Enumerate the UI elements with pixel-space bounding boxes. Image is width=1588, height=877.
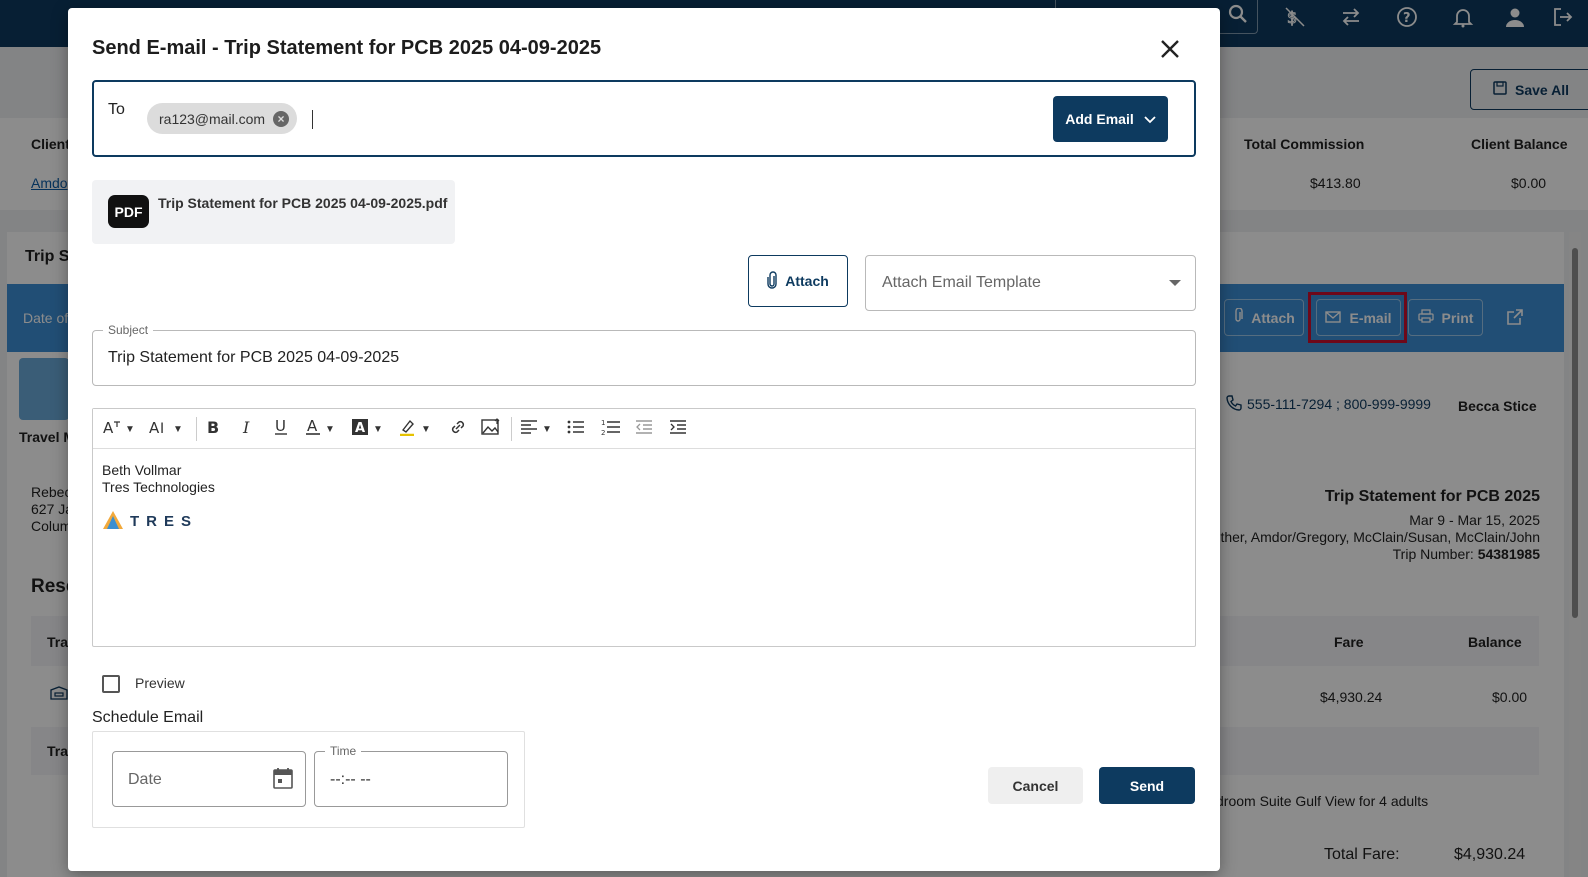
indent-button[interactable] [669, 418, 687, 440]
schedule-email-heading: Schedule Email [92, 709, 204, 726]
svg-text:A: A [103, 419, 114, 435]
background-color-dropdown[interactable]: A ▼ [351, 418, 383, 440]
chevron-down-icon: ▼ [421, 423, 431, 435]
numbered-list-icon: 12 [601, 418, 621, 441]
image-icon [481, 417, 501, 441]
to-label: To [108, 101, 125, 118]
svg-text:1: 1 [601, 419, 605, 427]
recipient-email: ra123@mail.com [159, 110, 266, 127]
svg-text:U: U [275, 418, 286, 435]
date-field[interactable]: Date [112, 751, 306, 807]
chevron-down-icon: ▼ [542, 423, 552, 435]
svg-text:B: B [207, 419, 219, 435]
font-family-dropdown[interactable]: A ▼ [103, 418, 135, 440]
text-cursor [312, 110, 313, 129]
font-family-icon: A [103, 419, 121, 440]
attach-label: Attach [785, 273, 829, 289]
remove-recipient-icon[interactable]: × [273, 110, 290, 127]
outdent-icon [635, 419, 653, 440]
svg-text:A: A [149, 419, 160, 435]
send-email-dialog: Send E-mail - Trip Statement for PCB 202… [68, 8, 1220, 871]
toolbar-divider [511, 417, 512, 441]
underline-button[interactable]: U [273, 417, 289, 441]
pdf-file-icon: PDF [108, 195, 149, 228]
recipient-chip[interactable]: ra123@mail.com × [147, 103, 298, 134]
date-placeholder: Date [128, 771, 162, 788]
close-icon [1160, 39, 1180, 62]
cancel-button[interactable]: Cancel [988, 767, 1083, 804]
dropdown-arrow-icon [1169, 280, 1181, 286]
italic-button[interactable]: I [239, 418, 255, 440]
highlighter-icon [399, 418, 417, 441]
editor-toolbar: A ▼ AI ▼ B I U A ▼ A ▼ ▼ ▼ 1 2 [93, 409, 1195, 449]
time-label: Time [325, 744, 362, 758]
company-logo: TRES [102, 510, 198, 533]
message-editor[interactable]: A ▼ AI ▼ B I U A ▼ A ▼ ▼ ▼ 1 2 Beth Voll… [92, 408, 1196, 647]
add-email-label: Add Email [1065, 111, 1134, 127]
attachment-item[interactable]: PDF Trip Statement for PCB 2025 04-09-20… [92, 180, 455, 244]
template-placeholder: Attach Email Template [882, 274, 1041, 291]
bullet-list-button[interactable] [567, 418, 585, 440]
svg-text:2: 2 [601, 429, 605, 436]
link-icon [449, 418, 467, 441]
background-color-icon: A [351, 418, 369, 441]
underline-icon: U [273, 417, 289, 441]
time-input[interactable]: --:-- -- [330, 771, 371, 789]
subject-label: Subject [103, 323, 154, 337]
attach-button[interactable]: Attach [748, 255, 848, 307]
chevron-down-icon: ▼ [173, 423, 183, 435]
recipients-field[interactable]: To ra123@mail.com × Add Email [92, 80, 1196, 157]
outdent-button[interactable] [635, 418, 653, 440]
paperclip-icon [767, 270, 777, 292]
chevron-down-icon: ▼ [325, 423, 335, 435]
toolbar-divider [196, 417, 197, 441]
insert-link-button[interactable] [449, 418, 467, 440]
indent-icon [669, 419, 687, 440]
bullet-list-icon [567, 419, 585, 440]
signature-company: Tres Technologies [102, 479, 215, 495]
chevron-down-icon: ▼ [373, 423, 383, 435]
align-left-icon [520, 419, 538, 440]
bold-button[interactable]: B [205, 418, 221, 440]
numbered-list-button[interactable]: 12 [601, 418, 621, 440]
svg-text:I: I [242, 419, 250, 435]
preview-checkbox[interactable] [102, 675, 120, 693]
send-button[interactable]: Send [1099, 767, 1195, 804]
text-color-dropdown[interactable]: A ▼ [305, 417, 335, 441]
font-size-dropdown[interactable]: AI ▼ [149, 418, 183, 440]
subject-field[interactable]: Subject Trip Statement for PCB 2025 04-0… [92, 323, 1196, 386]
schedule-email-panel: Date Time --:-- -- [92, 731, 525, 828]
bold-icon: B [205, 418, 221, 440]
chevron-down-icon: ▼ [125, 423, 135, 435]
email-template-select[interactable]: Attach Email Template [865, 255, 1196, 311]
font-size-icon: AI [149, 419, 169, 440]
align-dropdown[interactable]: ▼ [520, 418, 552, 440]
editor-content[interactable]: Beth Vollmar Tres Technologies [102, 462, 215, 496]
chevron-down-icon [1144, 111, 1156, 127]
attachment-filename: Trip Statement for PCB 2025 04-09-2025.p… [158, 195, 448, 211]
close-button[interactable] [1156, 36, 1184, 64]
preview-label: Preview [135, 675, 185, 691]
time-field[interactable]: Time --:-- -- [314, 744, 508, 807]
svg-text:I: I [160, 421, 164, 435]
svg-text:A: A [307, 418, 318, 435]
subject-input[interactable]: Trip Statement for PCB 2025 04-09-2025 [108, 349, 399, 367]
dialog-title: Send E-mail - Trip Statement for PCB 202… [92, 37, 602, 59]
tres-logo-icon [102, 510, 124, 533]
insert-image-button[interactable] [481, 417, 501, 441]
italic-icon: I [239, 418, 255, 440]
svg-text:A: A [355, 421, 365, 436]
calendar-icon[interactable] [273, 767, 293, 792]
logo-text: TRES [130, 513, 199, 530]
signature-name: Beth Vollmar [102, 462, 182, 478]
highlight-dropdown[interactable]: ▼ [399, 418, 431, 440]
text-color-icon: A [305, 417, 321, 441]
add-email-button[interactable]: Add Email [1053, 96, 1168, 142]
